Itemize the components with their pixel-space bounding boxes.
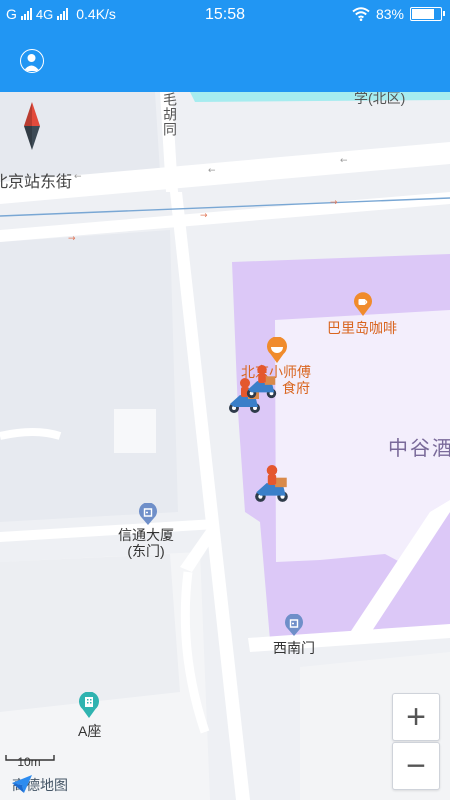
svg-text:→: → <box>68 234 76 244</box>
svg-text:←: ← <box>340 156 348 166</box>
svg-text:←: ← <box>208 166 216 176</box>
poi-cafe-label[interactable]: 巴里岛咖啡 <box>327 318 397 338</box>
app-bar <box>0 30 450 92</box>
svg-text:←: ← <box>74 172 82 182</box>
status-bar: G 4G 0.4K/s 15:58 83% <box>0 0 450 30</box>
street-label-station-east: 北京站东街 <box>0 174 73 191</box>
map-canvas: ← ← ← → → → <box>0 92 450 800</box>
zoom-out-button[interactable]: − <box>392 742 440 790</box>
street-label-hutong: 毛胡同 <box>162 92 178 137</box>
svg-text:→: → <box>200 211 208 221</box>
poi-a-zuo-label[interactable]: A座 <box>78 721 101 741</box>
scale-bar: 10m <box>5 755 55 769</box>
poi-xinanmen-label[interactable]: 西南门 <box>273 638 315 658</box>
battery-icon <box>410 7 445 21</box>
wifi-icon <box>352 7 370 21</box>
poi-xintong-label[interactable]: 信通大厦 (东门) <box>118 527 174 559</box>
user-icon <box>23 54 40 71</box>
scooter-rider-icon[interactable] <box>244 364 280 400</box>
poi-restaurant-line2: 食府 <box>282 380 310 396</box>
svg-text:→: → <box>330 198 338 208</box>
user-profile-button[interactable] <box>20 49 44 73</box>
street-label-top: 学(北区) <box>354 92 406 106</box>
poi-hotel-label[interactable]: 中谷酒 <box>388 432 450 461</box>
cafe-marker-icon[interactable] <box>353 292 373 316</box>
scale-line-icon <box>5 755 55 761</box>
poi-xintong-line2: (东门) <box>127 543 165 559</box>
poi-restaurant-line1b: 师傅 <box>283 364 311 380</box>
map-view[interactable]: ← ← ← → → → 学(北区) 毛胡同 北京站东街 巴里岛咖啡 北京小师傅 … <box>0 92 450 800</box>
gate-marker-icon[interactable] <box>284 614 304 636</box>
compass-icon[interactable] <box>24 102 40 150</box>
map-provider-logo: 高德地图 <box>12 775 68 795</box>
building-entrance-marker-icon[interactable] <box>138 503 158 525</box>
restaurant-marker-icon[interactable] <box>266 337 288 363</box>
scooter-rider-icon[interactable] <box>252 464 292 504</box>
building-a-marker-icon[interactable] <box>78 692 100 718</box>
battery-percent: 83% <box>375 6 404 22</box>
poi-xintong-line1: 信通大厦 <box>118 527 174 543</box>
zoom-in-button[interactable]: + <box>392 693 440 741</box>
amap-logo-icon <box>12 775 32 793</box>
